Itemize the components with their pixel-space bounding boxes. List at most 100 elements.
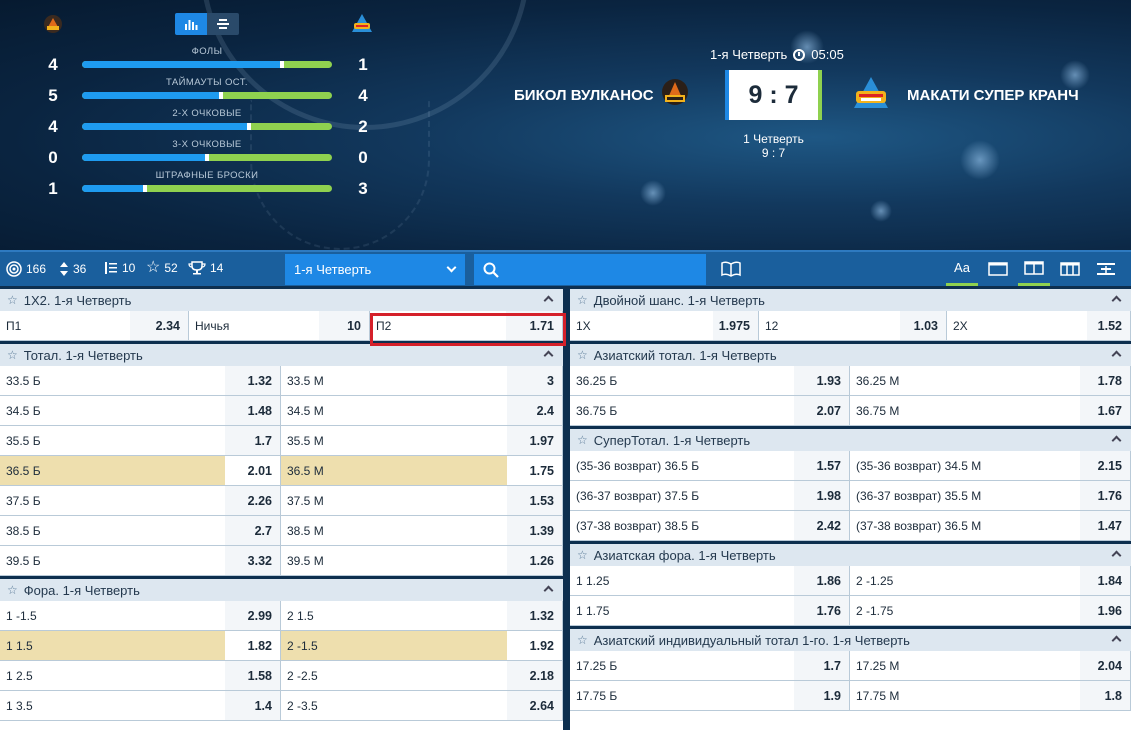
bet-outcome[interactable]: 1 2.5 1.58	[0, 661, 281, 690]
outcome-odds[interactable]: 3	[507, 366, 562, 395]
bet-outcome[interactable]: (35-36 возврат) 36.5 Б 1.57	[570, 451, 850, 480]
bet-outcome[interactable]: 36.5 Б 2.01	[0, 456, 281, 485]
market-header[interactable]: ☆ Азиатский индивидуальный тотал 1-го. 1-…	[570, 626, 1131, 651]
period-select[interactable]: 1-я Четверть	[285, 254, 465, 285]
outcome-odds[interactable]: 1.9	[794, 681, 849, 710]
bet-outcome[interactable]: П1 2.34	[0, 311, 189, 340]
outcome-odds[interactable]: 1.92	[507, 631, 562, 660]
collapse-chevron-icon[interactable]	[543, 350, 554, 361]
outcome-odds[interactable]: 1.57	[794, 451, 849, 480]
bet-outcome[interactable]: 34.5 Б 1.48	[0, 396, 281, 425]
outcome-odds[interactable]: 2.18	[507, 661, 562, 690]
star-icon[interactable]: ☆	[7, 293, 18, 307]
outcome-odds[interactable]: 1.47	[1080, 511, 1130, 540]
bet-outcome[interactable]: (37-38 возврат) 36.5 М 1.47	[850, 511, 1131, 540]
outcome-odds[interactable]: 2.15	[1080, 451, 1130, 480]
market-header[interactable]: ☆ Азиатская фора. 1-я Четверть	[570, 541, 1131, 566]
market-header[interactable]: ☆ СуперТотал. 1-я Четверть	[570, 426, 1131, 451]
outcome-odds[interactable]: 1.96	[1080, 596, 1130, 625]
outcome-odds[interactable]: 2.99	[225, 601, 280, 630]
star-icon[interactable]: ☆	[577, 293, 588, 307]
outcome-odds[interactable]: 1.84	[1080, 566, 1130, 595]
outcome-odds[interactable]: 1.03	[900, 311, 946, 340]
bet-outcome[interactable]: 17.75 Б 1.9	[570, 681, 850, 710]
collapse-chevron-icon[interactable]	[1111, 435, 1122, 446]
bet-outcome[interactable]: 36.75 Б 2.07	[570, 396, 850, 425]
outcome-odds[interactable]: 1.26	[507, 546, 562, 575]
outcome-odds[interactable]: 1.7	[225, 426, 280, 455]
star-icon[interactable]: ☆	[577, 348, 588, 362]
outcome-odds[interactable]: 1.76	[1080, 481, 1130, 510]
filter-favorites[interactable]: ☆ 52	[146, 260, 178, 276]
bet-outcome[interactable]: 36.25 М 1.78	[850, 366, 1131, 395]
outcome-odds[interactable]: 2.4	[507, 396, 562, 425]
bet-outcome[interactable]: 38.5 Б 2.7	[0, 516, 281, 545]
layout-two-columns-button[interactable]	[1018, 252, 1050, 286]
bet-outcome[interactable]: 12 1.03	[759, 311, 947, 340]
outcome-odds[interactable]: 1.7	[794, 651, 849, 680]
bet-outcome[interactable]: 1 1.25 1.86	[570, 566, 850, 595]
outcome-odds[interactable]: 2.01	[225, 456, 280, 485]
stats-view-toggle[interactable]	[175, 13, 239, 35]
bar-chart-view-button[interactable]	[175, 13, 207, 35]
outcome-odds[interactable]: 1.52	[1087, 311, 1130, 340]
outcome-odds[interactable]: 1.67	[1080, 396, 1130, 425]
bet-outcome[interactable]: 2 -1.25 1.84	[850, 566, 1131, 595]
outcome-odds[interactable]: 2.7	[225, 516, 280, 545]
collapse-chevron-icon[interactable]	[543, 295, 554, 306]
bet-outcome[interactable]: 36.25 Б 1.93	[570, 366, 850, 395]
market-header[interactable]: ☆ Фора. 1-я Четверть	[0, 576, 563, 601]
outcome-odds[interactable]: 2.26	[225, 486, 280, 515]
outcome-odds[interactable]: 2.64	[507, 691, 562, 720]
font-size-button[interactable]: Aa	[946, 252, 978, 286]
bet-outcome[interactable]: 36.5 М 1.75	[281, 456, 563, 485]
outcome-odds[interactable]: 2.42	[794, 511, 849, 540]
market-header[interactable]: ☆ Двойной шанс. 1-я Четверть	[570, 286, 1131, 311]
filter-cup[interactable]: 14	[188, 261, 223, 275]
bet-outcome[interactable]: 2Х 1.52	[947, 311, 1131, 340]
bet-outcome[interactable]: 33.5 М 3	[281, 366, 563, 395]
bet-outcome[interactable]: 37.5 Б 2.26	[0, 486, 281, 515]
outcome-odds[interactable]: 1.78	[1080, 366, 1130, 395]
collapse-chevron-icon[interactable]	[1111, 550, 1122, 561]
bet-outcome[interactable]: (35-36 возврат) 34.5 М 2.15	[850, 451, 1131, 480]
star-icon[interactable]: ☆	[7, 583, 18, 597]
outcome-odds[interactable]: 1.8	[1080, 681, 1130, 710]
layout-one-column-button[interactable]	[982, 252, 1014, 286]
bet-outcome[interactable]: (36-37 возврат) 35.5 М 1.76	[850, 481, 1131, 510]
pin-layout-button[interactable]	[1090, 252, 1122, 286]
bet-outcome[interactable]: 1 1.75 1.76	[570, 596, 850, 625]
market-header[interactable]: ☆ 1Х2. 1-я Четверть	[0, 286, 563, 311]
bet-outcome[interactable]: 1Х 1.975	[570, 311, 759, 340]
outcome-odds[interactable]: 1.58	[225, 661, 280, 690]
outcome-odds[interactable]: 2.07	[794, 396, 849, 425]
outcome-odds[interactable]: 1.975	[713, 311, 758, 340]
bet-outcome[interactable]: 2 -1.5 1.92	[281, 631, 563, 660]
outcome-odds[interactable]: 10	[319, 311, 369, 340]
outcome-odds[interactable]: 2.04	[1080, 651, 1130, 680]
filter-updown[interactable]: 36	[59, 261, 86, 277]
outcome-odds[interactable]: 1.53	[507, 486, 562, 515]
bet-outcome[interactable]: 37.5 М 1.53	[281, 486, 563, 515]
outcome-odds[interactable]: 1.82	[225, 631, 280, 660]
bet-outcome[interactable]: 17.75 М 1.8	[850, 681, 1131, 710]
bet-outcome[interactable]: 2 -1.75 1.96	[850, 596, 1131, 625]
outcome-odds[interactable]: 3.32	[225, 546, 280, 575]
outcome-odds[interactable]: 1.76	[794, 596, 849, 625]
book-icon[interactable]	[721, 261, 741, 277]
outcome-odds[interactable]: 1.75	[507, 456, 562, 485]
bet-outcome[interactable]: 35.5 Б 1.7	[0, 426, 281, 455]
layout-three-columns-button[interactable]	[1054, 252, 1086, 286]
bet-outcome[interactable]: 39.5 Б 3.32	[0, 546, 281, 575]
star-icon[interactable]: ☆	[577, 633, 588, 647]
bet-outcome[interactable]: 34.5 М 2.4	[281, 396, 563, 425]
outcome-odds[interactable]: 1.98	[794, 481, 849, 510]
bet-outcome[interactable]: 17.25 М 2.04	[850, 651, 1131, 680]
star-icon[interactable]: ☆	[577, 433, 588, 447]
outcome-odds[interactable]: 2.34	[130, 311, 188, 340]
star-icon[interactable]: ☆	[577, 548, 588, 562]
filter-all[interactable]: 166	[6, 261, 46, 277]
bet-outcome[interactable]: 1 -1.5 2.99	[0, 601, 281, 630]
collapse-chevron-icon[interactable]	[543, 585, 554, 596]
bet-outcome[interactable]: Ничья 10	[189, 311, 370, 340]
